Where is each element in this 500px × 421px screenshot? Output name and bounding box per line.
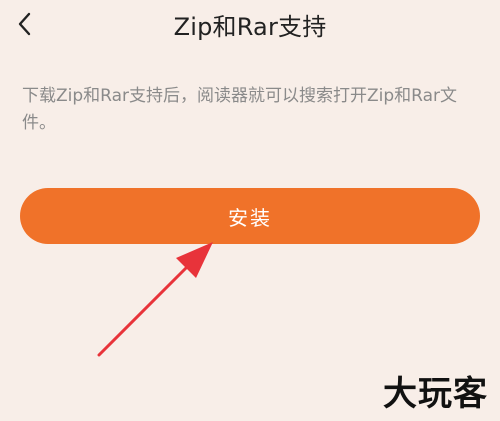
page-title: Zip和Rar支持 [173, 13, 327, 41]
top-bar: Zip和Rar支持 [0, 0, 500, 56]
watermark-logo: 大玩客 [383, 374, 488, 414]
install-button[interactable]: 安装 [20, 188, 480, 244]
description-text: 下载Zip和Rar支持后，阅读器就可以搜索打开Zip和Rar文件。 [22, 86, 458, 133]
install-button-label: 安装 [228, 205, 272, 230]
